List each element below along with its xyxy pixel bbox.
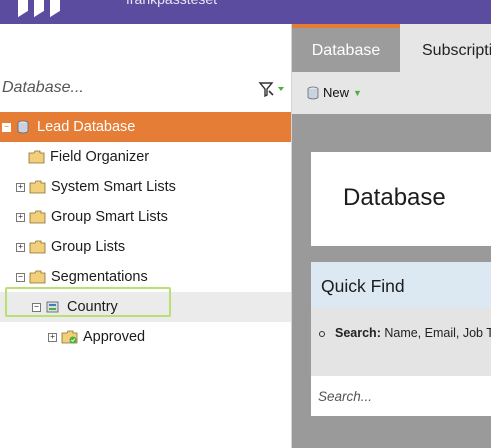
tree-item-label: Segmentations [51,269,148,285]
expand-icon[interactable]: + [16,212,25,222]
database-icon [17,120,29,134]
folder-icon [29,210,46,224]
tree-item-group-smart-lists[interactable]: + Group Smart Lists [0,202,291,232]
tab-database[interactable]: Database [292,24,400,72]
folder-icon [29,240,46,254]
database-card: Database [311,152,491,246]
folder-open-icon [29,270,46,284]
collapse-icon[interactable]: − [2,122,11,132]
tree-item-label: Group Lists [51,239,126,255]
tree-item-label: Approved [83,329,146,345]
collapse-icon[interactable]: − [16,272,25,282]
folder-icon [28,150,45,164]
tree-item-group-lists[interactable]: + Group Lists [0,232,291,262]
search-hint: Name, Email, Job Title [384,326,491,340]
tree-item-lead-database[interactable]: − Lead Database [0,112,291,142]
segmentations-highlight [5,287,171,317]
expand-icon[interactable]: + [16,242,25,252]
tree-item-label: Group Smart Lists [51,209,168,225]
bullet-icon [319,330,325,337]
database-icon [307,86,319,99]
tree-item-approved[interactable]: + Approved [0,322,291,352]
quick-find-body: Search: Name, Email, Job Title [311,308,491,376]
folder-icon [29,180,46,194]
tab-subscriptions[interactable]: Subscriptions [422,24,491,72]
filter-icon[interactable] [258,80,286,98]
new-button-label: New [323,85,350,100]
expand-icon[interactable]: + [16,182,25,192]
quick-find-title: Quick Find [321,276,405,296]
quick-find-header: Quick Find [311,262,491,308]
instance-title: frankpassteset [126,0,217,7]
page-title: Database [343,184,446,211]
quick-find-hint: Search: Name, Email, Job Title [319,326,491,340]
tree-item-label: Field Organizer [50,149,150,165]
toolbar: New ▼ [292,72,491,114]
tab-bar: Database Subscriptions [292,24,491,72]
chevron-down-icon: ▼ [353,87,362,98]
database-tree-panel: − Lead Database Field Organizer + System… [0,24,291,448]
tree-item-label: Lead Database [37,119,136,135]
expand-icon[interactable]: + [48,332,57,342]
tree-item-label: System Smart Lists [51,179,176,195]
tree-item-field-organizer[interactable]: Field Organizer [0,142,291,172]
database-search-input[interactable] [2,76,232,100]
quick-find-search-input[interactable] [311,376,491,416]
main-content: Database Subscriptions New ▼ Database Qu… [292,24,491,448]
search-label: Search: [335,326,381,340]
segment-approved-icon [61,330,78,344]
new-button[interactable]: New ▼ [306,85,362,100]
tree-item-system-smart-lists[interactable]: + System Smart Lists [0,172,291,202]
